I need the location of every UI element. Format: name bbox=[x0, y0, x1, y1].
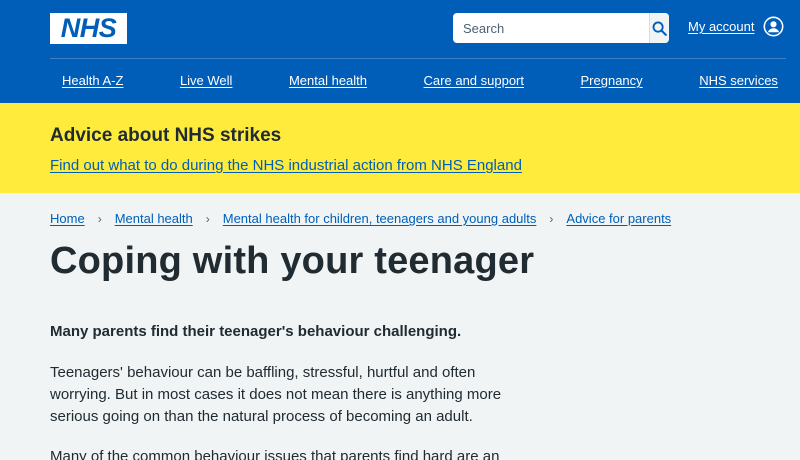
nav-divider bbox=[50, 58, 786, 59]
chevron-right-icon: › bbox=[97, 211, 102, 226]
nav-item-health-a-z[interactable]: Health A-Z bbox=[62, 73, 123, 88]
strike-alert-banner: Advice about NHS strikes Find out what t… bbox=[0, 103, 800, 193]
body-paragraph: Many of the common behaviour issues that… bbox=[50, 448, 500, 460]
nav-item-live-well[interactable]: Live Well bbox=[180, 73, 233, 88]
my-account-label: My account bbox=[688, 19, 755, 34]
my-account-link[interactable]: My account bbox=[688, 16, 784, 37]
nhs-logo-text: NHS bbox=[60, 13, 117, 43]
breadcrumb: Home › Mental health › Mental health for… bbox=[50, 211, 671, 226]
nav-item-pregnancy[interactable]: Pregnancy bbox=[581, 73, 643, 88]
nav-item-nhs-services[interactable]: NHS services bbox=[699, 73, 778, 88]
breadcrumb-home[interactable]: Home bbox=[50, 211, 85, 226]
nhs-logo[interactable]: NHS bbox=[50, 13, 127, 44]
search-form bbox=[453, 13, 669, 43]
chevron-right-icon: › bbox=[549, 211, 554, 226]
banner-title: Advice about NHS strikes bbox=[50, 125, 282, 146]
search-icon bbox=[652, 21, 667, 36]
banner-link[interactable]: Find out what to do during the NHS indus… bbox=[50, 157, 522, 174]
user-icon bbox=[764, 16, 784, 37]
search-button[interactable] bbox=[649, 13, 669, 43]
lead-paragraph: Many parents find their teenager's behav… bbox=[50, 323, 462, 340]
page-title: Coping with your teenager bbox=[50, 240, 535, 282]
body-paragraph: Teenagers' behaviour can be baffling, st… bbox=[50, 364, 502, 425]
breadcrumb-mental-health[interactable]: Mental health bbox=[115, 211, 193, 226]
search-input[interactable] bbox=[453, 13, 649, 43]
site-header: NHS My account Health A-Z Live Well Ment… bbox=[0, 0, 800, 103]
primary-navigation: Health A-Z Live Well Mental health Care … bbox=[62, 73, 778, 88]
breadcrumb-advice-for-parents[interactable]: Advice for parents bbox=[566, 211, 671, 226]
nav-item-care-and-support[interactable]: Care and support bbox=[424, 73, 524, 88]
chevron-right-icon: › bbox=[205, 211, 210, 226]
breadcrumb-mental-health-young[interactable]: Mental health for children, teenagers an… bbox=[223, 211, 537, 226]
nav-item-mental-health[interactable]: Mental health bbox=[289, 73, 367, 88]
